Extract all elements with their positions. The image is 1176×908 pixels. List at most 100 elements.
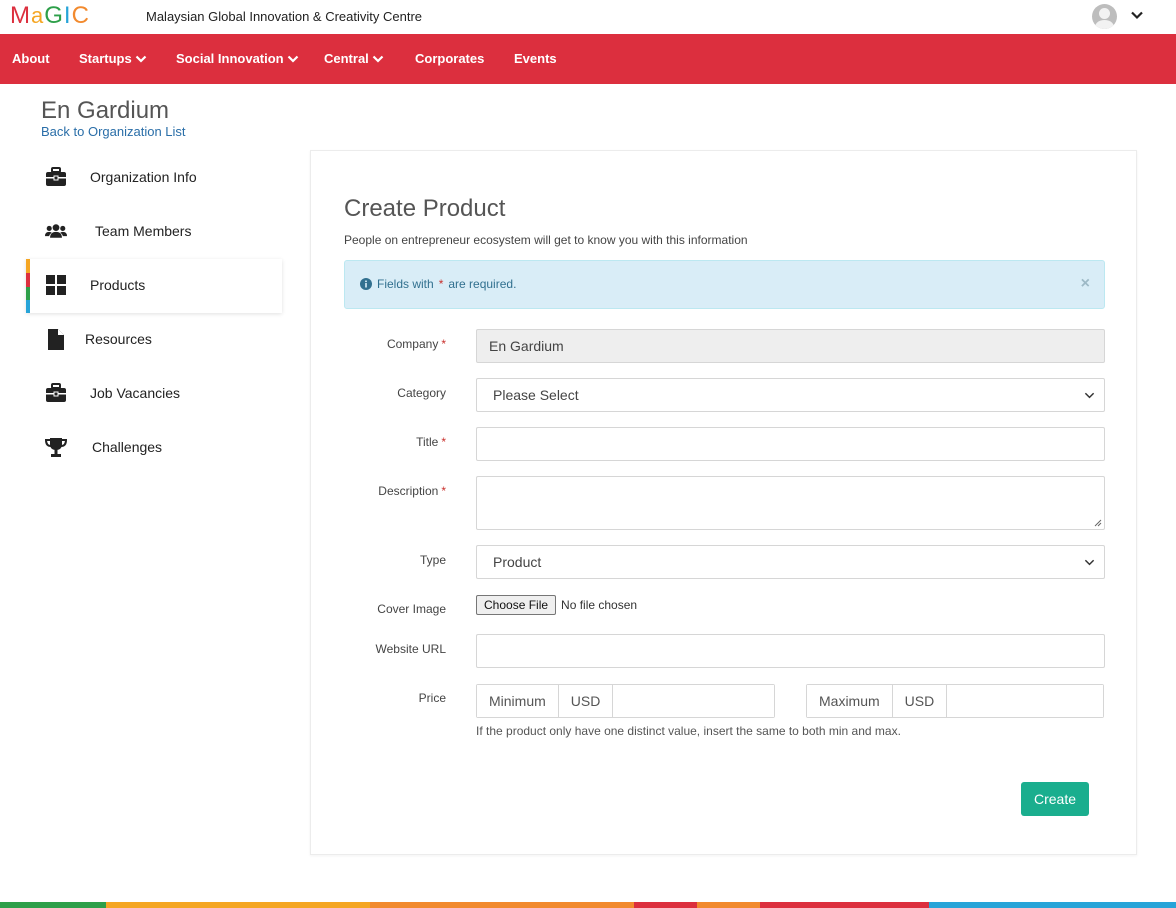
nav-about[interactable]: About [12,34,50,84]
sidebar-item-label: Job Vacancies [90,385,181,401]
sidebar-item-label: Organization Info [90,169,197,185]
active-indicator [26,259,30,313]
cover-image-file-input: Choose File No file chosen [476,595,637,615]
stripe-segment [0,902,106,908]
nav-events-label: Events [514,51,557,66]
stripe-segment [106,902,370,908]
nav-about-label: About [12,51,50,66]
required-fields-alert: Fields with * are required. × [344,260,1105,309]
price-minimum-currency: USD [558,685,614,717]
stripe-segment [929,902,1176,908]
nav-social-innovation[interactable]: Social Innovation [176,34,299,84]
title-label-text: Title [416,435,439,449]
required-star: * [438,277,444,291]
close-icon[interactable]: × [1081,275,1090,293]
sidebar-item-organization-info[interactable]: Organization Info [26,151,282,205]
category-select[interactable]: Please Select [476,378,1105,412]
price-maximum-group: Maximum USD [806,684,1104,718]
sidebar-item-label: Challenges [92,439,163,455]
sidebar-item-label: Resources [85,331,152,347]
stripe-segment [760,902,929,908]
organization-title: En Gardium [41,97,170,124]
website-url-label: Website URL [375,642,446,656]
logo-letter-g: G [44,2,64,29]
type-label: Type [419,553,446,567]
users-icon [45,220,67,242]
price-label: Price [418,691,446,705]
sidebar-item-challenges[interactable]: Challenges [26,421,282,475]
required-star: * [441,484,446,498]
alert-prefix: Fields with [377,277,434,291]
chevron-down-icon [287,55,298,63]
chevron-down-icon [1084,559,1095,565]
page-subtitle: People on entrepreneur ecosystem will ge… [344,233,748,247]
chevron-down-icon [1084,392,1095,398]
price-help-text: If the product only have one distinct va… [476,724,901,738]
stripe-segment [370,902,634,908]
main-navbar: About Startups Social Innovation Central… [0,34,1176,84]
briefcase-icon [45,166,67,188]
category-selected-value: Please Select [493,387,579,403]
site-title: Malaysian Global Innovation & Creativity… [146,9,423,24]
website-url-input[interactable] [476,634,1105,668]
description-textarea[interactable] [476,476,1105,530]
briefcase-icon [45,382,67,404]
nav-social-innovation-label: Social Innovation [176,51,284,66]
nav-corporates[interactable]: Corporates [415,34,484,84]
company-label: Company * [326,337,446,351]
file-status: No file chosen [561,598,638,612]
top-bar: M a G I C Malaysian Global Innovation & … [0,0,1176,34]
footer-color-stripe [0,902,1176,908]
price-maximum-label: Maximum [807,685,893,717]
nav-startups-label: Startups [79,51,132,66]
chevron-down-icon [372,55,384,63]
file-icon [45,328,67,350]
required-star: * [441,337,446,351]
company-label-text: Company [386,337,439,351]
required-star: * [441,435,446,449]
type-select[interactable]: Product [476,545,1105,579]
price-maximum-currency: USD [892,685,948,717]
price-minimum-group: Minimum USD [476,684,775,718]
company-value: En Gardium [489,338,564,354]
resize-handle-icon[interactable] [1094,519,1102,527]
magic-logo[interactable]: M a G I C [10,4,90,28]
logo-letter-c: C [71,2,90,29]
cover-image-label: Cover Image [377,602,446,616]
chevron-down-icon[interactable] [1130,8,1144,22]
description-label: Description * [326,484,446,498]
nav-corporates-label: Corporates [415,51,485,66]
logo-letter-m: M [10,2,31,29]
title-input[interactable] [476,427,1105,461]
alert-suffix: are required. [448,277,517,291]
title-label: Title * [326,435,446,449]
page-title: Create Product [344,195,506,222]
company-field: En Gardium [476,329,1105,363]
sidebar-item-team-members[interactable]: Team Members [26,205,282,259]
trophy-icon [45,436,67,458]
price-maximum-input[interactable] [947,685,1103,717]
sidebar-item-resources[interactable]: Resources [26,313,282,367]
logo-letter-a: a [31,3,45,28]
create-button[interactable]: Create [1021,782,1089,816]
description-label-text: Description [378,484,439,498]
sidebar-item-products[interactable]: Products [26,259,282,313]
alert-message: Fields with * are required. [360,277,516,291]
logo-letter-i: I [63,2,72,29]
nav-central[interactable]: Central [324,34,384,84]
category-label: Category [397,386,446,400]
create-product-card: Create Product People on entrepreneur ec… [310,150,1137,855]
price-minimum-input[interactable] [613,685,774,717]
sidebar-item-label: Products [90,277,146,293]
chevron-down-icon [135,55,147,63]
back-to-organization-list-link[interactable]: Back to Organization List [41,124,186,139]
nav-central-label: Central [324,51,369,66]
choose-file-button[interactable]: Choose File [476,595,557,615]
grid-icon [45,274,67,296]
stripe-segment [634,902,697,908]
sidebar-item-job-vacancies[interactable]: Job Vacancies [26,367,282,421]
user-avatar[interactable] [1092,4,1117,29]
nav-startups[interactable]: Startups [79,34,147,84]
nav-events[interactable]: Events [514,34,557,84]
price-minimum-label: Minimum [477,685,559,717]
